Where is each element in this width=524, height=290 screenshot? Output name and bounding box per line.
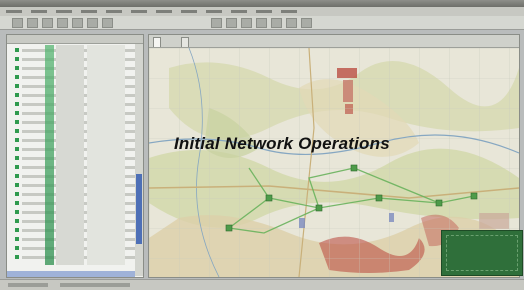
menu-item[interactable] xyxy=(181,10,197,13)
toolbar-icon[interactable] xyxy=(12,17,23,28)
toolbar-icon[interactable] xyxy=(57,17,68,28)
toolbar-icon[interactable] xyxy=(211,17,222,28)
toolbar-icon[interactable] xyxy=(286,17,297,28)
toolbar-icon[interactable] xyxy=(27,17,38,28)
tree-status-column xyxy=(45,45,54,265)
menu-item[interactable] xyxy=(106,10,122,13)
map-tab-strip xyxy=(149,35,519,48)
toolbar xyxy=(0,16,524,30)
toolbar-icon[interactable] xyxy=(87,17,98,28)
inset-grid xyxy=(446,235,518,271)
tree-node-icon xyxy=(15,201,19,205)
tree-node-icon xyxy=(15,192,19,196)
toolbar-icon[interactable] xyxy=(241,17,252,28)
toolbar-icon[interactable] xyxy=(42,17,53,28)
menu-item[interactable] xyxy=(131,10,147,13)
toolbar-icon[interactable] xyxy=(256,17,267,28)
tree-node-icon xyxy=(15,237,19,241)
tab-map-2[interactable] xyxy=(181,37,189,47)
status-segment xyxy=(60,283,130,287)
status-segment xyxy=(8,283,48,287)
tree-node-icon xyxy=(15,48,19,52)
tree-node-icon xyxy=(15,138,19,142)
tree-node-icon xyxy=(15,174,19,178)
tree-node-icon xyxy=(15,129,19,133)
tree-panel xyxy=(6,34,144,278)
toolbar-icon[interactable] xyxy=(72,17,83,28)
toolbar-icon[interactable] xyxy=(102,17,113,28)
menu-item[interactable] xyxy=(81,10,97,13)
tree-node-icon xyxy=(15,147,19,151)
tree-detail-column xyxy=(87,45,125,265)
menu-item[interactable] xyxy=(231,10,247,13)
tree-node-icon xyxy=(15,120,19,124)
toolbar-icon[interactable] xyxy=(301,17,312,28)
toolbar-icon[interactable] xyxy=(271,17,282,28)
menu-bar xyxy=(0,7,524,16)
tree-node-icon xyxy=(15,246,19,250)
tree-panel-header xyxy=(7,35,143,44)
menu-item[interactable] xyxy=(206,10,222,13)
scroll-thumb[interactable] xyxy=(136,174,142,244)
tree-node-icon xyxy=(15,165,19,169)
menu-item[interactable] xyxy=(256,10,272,13)
menu-item[interactable] xyxy=(56,10,72,13)
tree-node-icon xyxy=(15,66,19,70)
tree-node-icon xyxy=(15,75,19,79)
toolbar-icon[interactable] xyxy=(226,17,237,28)
tree-node-icon xyxy=(15,183,19,187)
window-title-bar xyxy=(0,0,524,7)
overview-inset-map[interactable] xyxy=(441,230,523,276)
overlay-title: Initial Network Operations xyxy=(174,134,390,153)
tree-horizontal-scrollbar[interactable] xyxy=(7,271,135,277)
tree-value-column xyxy=(56,45,84,265)
tree-vertical-scrollbar[interactable] xyxy=(135,44,143,276)
tree-node-icon xyxy=(15,111,19,115)
tab-map-1[interactable] xyxy=(153,37,161,47)
tree-node-icon xyxy=(15,219,19,223)
tree-node-icon xyxy=(15,228,19,232)
status-bar xyxy=(0,279,524,290)
tree-node-icon xyxy=(15,255,19,259)
tree-node-icon xyxy=(15,210,19,214)
menu-item[interactable] xyxy=(156,10,172,13)
tree-node-icon xyxy=(15,57,19,61)
menu-item[interactable] xyxy=(281,10,297,13)
tree-node-icon xyxy=(15,102,19,106)
tree-node-icon xyxy=(15,156,19,160)
menu-item[interactable] xyxy=(31,10,47,13)
tree-node-icon xyxy=(15,84,19,88)
menu-item[interactable] xyxy=(6,10,22,13)
tree-node-icon xyxy=(15,93,19,97)
